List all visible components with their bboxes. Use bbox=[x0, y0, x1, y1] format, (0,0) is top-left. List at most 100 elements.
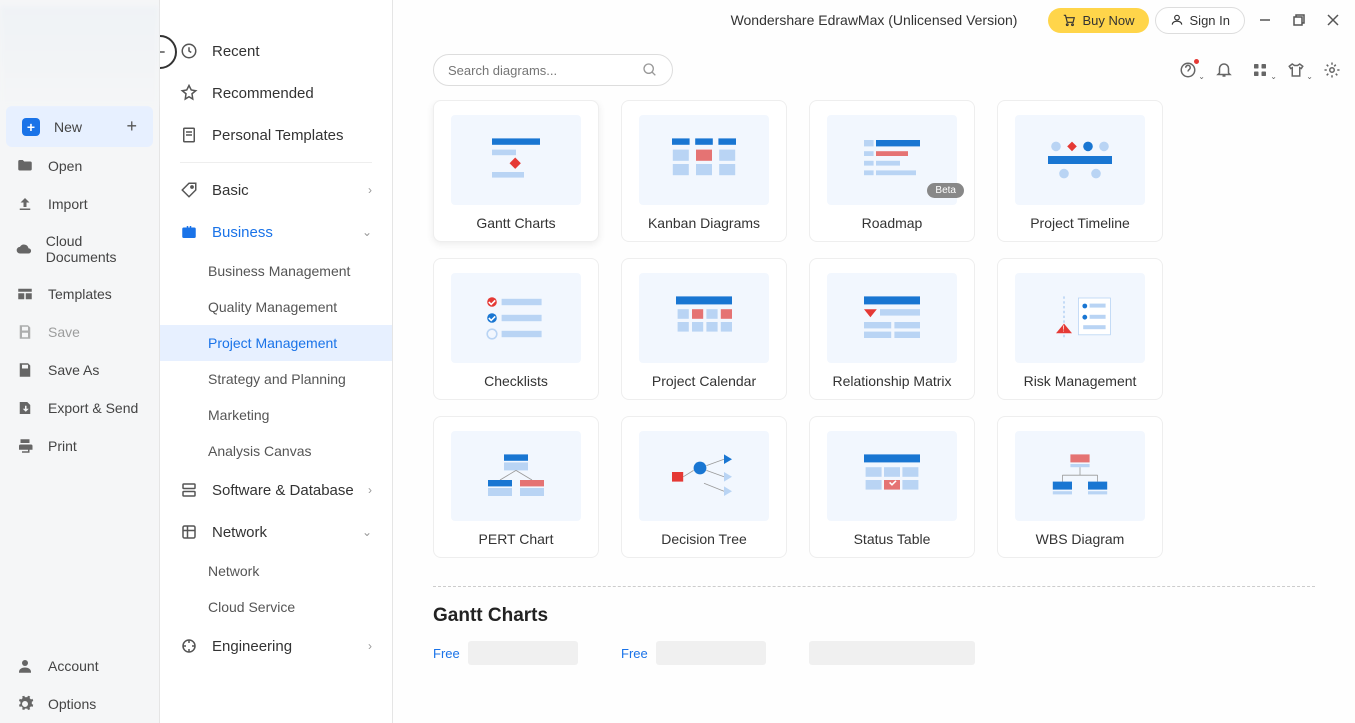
timeline-thumb-icon bbox=[1015, 115, 1145, 205]
maximize-button[interactable] bbox=[1285, 6, 1313, 34]
category-label: Basic bbox=[212, 182, 249, 199]
sidebar-import[interactable]: Import bbox=[0, 185, 159, 223]
card-label: Kanban Diagrams bbox=[648, 215, 760, 231]
sidebar-print[interactable]: Print bbox=[0, 427, 159, 465]
subcategory-project-management[interactable]: Project Management bbox=[160, 325, 392, 361]
sidebar-label: Account bbox=[48, 658, 99, 674]
card-wbs-diagram[interactable]: WBS Diagram bbox=[997, 416, 1163, 558]
category-personal-templates[interactable]: Personal Templates bbox=[160, 114, 392, 156]
status-thumb-icon bbox=[827, 431, 957, 521]
user-icon bbox=[1170, 13, 1184, 27]
left-sidebar: + New + Open Import Cloud Documents bbox=[0, 0, 160, 723]
settings-button[interactable] bbox=[1323, 61, 1341, 79]
category-recommended[interactable]: Recommended bbox=[160, 72, 392, 114]
bell-button[interactable] bbox=[1215, 61, 1233, 79]
chevron-right-icon: › bbox=[368, 183, 372, 197]
buy-now-button[interactable]: Buy Now bbox=[1048, 8, 1148, 33]
card-roadmap[interactable]: Beta Roadmap bbox=[809, 100, 975, 242]
folder-icon bbox=[16, 157, 34, 175]
checklist-thumb-icon bbox=[451, 273, 581, 363]
card-gantt-charts[interactable]: Gantt Charts bbox=[433, 100, 599, 242]
clock-icon bbox=[180, 42, 198, 60]
templates-icon bbox=[16, 285, 34, 303]
category-business[interactable]: Business ⌄ bbox=[160, 211, 392, 253]
subcategory-strategy-planning[interactable]: Strategy and Planning bbox=[160, 361, 392, 397]
sidebar-templates[interactable]: Templates bbox=[0, 275, 159, 313]
section-divider bbox=[433, 586, 1315, 587]
chevron-down-icon: ⌄ bbox=[362, 525, 372, 539]
sidebar-save-as[interactable]: Save As bbox=[0, 351, 159, 389]
subcategory-quality-management[interactable]: Quality Management bbox=[160, 289, 392, 325]
card-relationship-matrix[interactable]: Relationship Matrix bbox=[809, 258, 975, 400]
category-label: Personal Templates bbox=[212, 127, 343, 144]
sign-in-button[interactable]: Sign In bbox=[1155, 7, 1245, 34]
app-title: Wondershare EdrawMax (Unlicensed Version… bbox=[731, 12, 1018, 28]
category-recent[interactable]: Recent bbox=[160, 30, 392, 72]
card-label: Relationship Matrix bbox=[832, 373, 951, 389]
card-label: Status Table bbox=[854, 531, 931, 547]
subcategory-marketing[interactable]: Marketing bbox=[160, 397, 392, 433]
subcategory-analysis-canvas[interactable]: Analysis Canvas bbox=[160, 433, 392, 469]
subcategory-business-management[interactable]: Business Management bbox=[160, 253, 392, 289]
import-icon bbox=[16, 195, 34, 213]
card-checklists[interactable]: Checklists bbox=[433, 258, 599, 400]
template-item[interactable] bbox=[809, 637, 975, 665]
category-label: Engineering bbox=[212, 638, 292, 655]
free-label: Free bbox=[433, 642, 460, 665]
card-kanban-diagrams[interactable]: Kanban Diagrams bbox=[621, 100, 787, 242]
template-thumb-placeholder bbox=[656, 641, 766, 665]
database-icon bbox=[180, 481, 198, 499]
card-decision-tree[interactable]: Decision Tree bbox=[621, 416, 787, 558]
plus-icon: + bbox=[126, 116, 137, 137]
tag-icon bbox=[180, 181, 198, 199]
close-button[interactable] bbox=[1319, 6, 1347, 34]
buy-label: Buy Now bbox=[1082, 13, 1134, 28]
category-network[interactable]: Network ⌄ bbox=[160, 511, 392, 553]
category-engineering[interactable]: Engineering › bbox=[160, 625, 392, 667]
gantt-thumb-icon bbox=[451, 115, 581, 205]
subcategory-network[interactable]: Network bbox=[160, 553, 392, 589]
chevron-down-icon: ⌄ bbox=[1270, 72, 1277, 81]
subcategory-cloud-service[interactable]: Cloud Service bbox=[160, 589, 392, 625]
account-icon bbox=[16, 657, 34, 675]
card-label: Decision Tree bbox=[661, 531, 747, 547]
cart-icon bbox=[1062, 13, 1076, 27]
minimize-button[interactable] bbox=[1251, 6, 1279, 34]
template-item[interactable]: Free bbox=[621, 637, 787, 665]
template-item[interactable]: Free bbox=[433, 637, 599, 665]
chevron-down-icon: ⌄ bbox=[362, 225, 372, 239]
card-project-calendar[interactable]: Project Calendar bbox=[621, 258, 787, 400]
card-project-timeline[interactable]: Project Timeline bbox=[997, 100, 1163, 242]
matrix-thumb-icon bbox=[827, 273, 957, 363]
sidebar-export[interactable]: Export & Send bbox=[0, 389, 159, 427]
category-basic[interactable]: Basic › bbox=[160, 169, 392, 211]
risk-thumb-icon: ! bbox=[1015, 273, 1145, 363]
document-icon bbox=[180, 126, 198, 144]
wbs-thumb-icon bbox=[1015, 431, 1145, 521]
search-box[interactable] bbox=[433, 54, 673, 86]
sidebar-cloud-documents[interactable]: Cloud Documents bbox=[0, 223, 159, 275]
sidebar-label: Cloud Documents bbox=[46, 233, 143, 265]
titlebar: Wondershare EdrawMax (Unlicensed Version… bbox=[393, 0, 1355, 40]
card-pert-chart[interactable]: PERT Chart bbox=[433, 416, 599, 558]
card-label: Roadmap bbox=[862, 215, 923, 231]
category-software-database[interactable]: Software & Database › bbox=[160, 469, 392, 511]
card-label: WBS Diagram bbox=[1036, 531, 1125, 547]
search-input[interactable] bbox=[448, 63, 642, 78]
apps-button[interactable]: ⌄ bbox=[1251, 61, 1269, 79]
template-thumb-placeholder bbox=[809, 641, 975, 665]
sidebar-label: Print bbox=[48, 438, 77, 454]
sidebar-save: Save bbox=[0, 313, 159, 351]
sidebar-open[interactable]: Open bbox=[0, 147, 159, 185]
sidebar-new[interactable]: + New + bbox=[6, 106, 153, 147]
category-label: Software & Database bbox=[212, 482, 354, 499]
card-risk-management[interactable]: ! Risk Management bbox=[997, 258, 1163, 400]
chevron-down-icon: ⌄ bbox=[1306, 72, 1313, 81]
pert-thumb-icon bbox=[451, 431, 581, 521]
sidebar-options[interactable]: Options bbox=[0, 685, 159, 723]
export-icon bbox=[16, 399, 34, 417]
sidebar-account[interactable]: Account bbox=[0, 647, 159, 685]
help-button[interactable]: ⌄ bbox=[1179, 61, 1197, 79]
shirt-button[interactable]: ⌄ bbox=[1287, 61, 1305, 79]
card-status-table[interactable]: Status Table bbox=[809, 416, 975, 558]
